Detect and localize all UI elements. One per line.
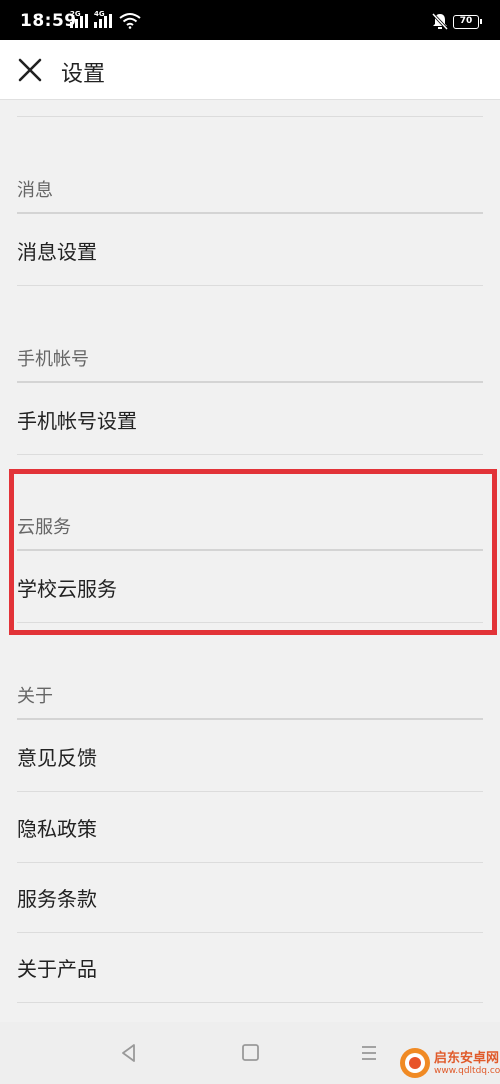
close-icon [18,58,42,82]
page-title: 设置 [61,62,106,87]
divider [17,932,483,933]
privacy-policy-item[interactable]: 隐私政策 [0,797,500,857]
wifi-icon [119,13,141,29]
divider [17,791,483,792]
header-bar: 设置 [0,40,500,100]
divider [17,285,483,286]
section-divider [17,718,483,720]
battery-icon: 70 [453,15,482,29]
status-bar: 18:59 2G 4G 70 [0,0,500,40]
list-item-label: 关于产品 [17,957,97,981]
divider [17,622,483,623]
about-product-item[interactable]: 关于产品 [0,937,500,997]
divider [17,1002,483,1003]
terms-of-service-item[interactable]: 服务条款 [0,867,500,927]
feedback-item[interactable]: 意见反馈 [0,726,500,786]
menu-icon[interactable] [358,1042,380,1064]
divider [17,454,483,455]
watermark-url: www.qdltdq.com [434,1066,500,1076]
section-divider [17,381,483,383]
close-button[interactable] [12,52,48,88]
section-divider [17,212,483,214]
list-item-label: 消息设置 [17,240,97,264]
school-cloud-service-item[interactable]: 学校云服务 [0,557,500,617]
section-label-about: 关于 [17,686,53,707]
list-item-label: 服务条款 [17,887,97,911]
mute-bell-icon [432,13,448,30]
list-item-label: 隐私政策 [17,817,97,841]
watermark-logo-icon [400,1048,430,1078]
back-icon[interactable] [118,1042,140,1064]
watermark: 启东安卓网 www.qdltdq.com [398,1046,500,1082]
divider [17,116,483,117]
status-time: 18:59 [20,11,77,31]
divider [17,862,483,863]
home-icon[interactable] [240,1042,262,1064]
section-divider [17,549,483,551]
signal-icon: 2G [70,10,90,32]
list-item-label: 手机帐号设置 [17,409,137,433]
network-type-label: 4G [94,10,105,18]
battery-level: 70 [459,16,473,26]
list-item-label: 学校云服务 [17,577,117,601]
section-label-phone-account: 手机帐号 [17,349,89,370]
list-item-label: 意见反馈 [17,746,97,770]
section-label-message: 消息 [17,180,53,201]
watermark-name: 启东安卓网 [434,1051,500,1066]
section-label-cloud-service: 云服务 [17,517,71,538]
network-type-label: 2G [70,10,81,18]
signal-icon: 4G [94,10,114,32]
message-settings-item[interactable]: 消息设置 [0,220,500,280]
phone-account-settings-item[interactable]: 手机帐号设置 [0,389,500,449]
